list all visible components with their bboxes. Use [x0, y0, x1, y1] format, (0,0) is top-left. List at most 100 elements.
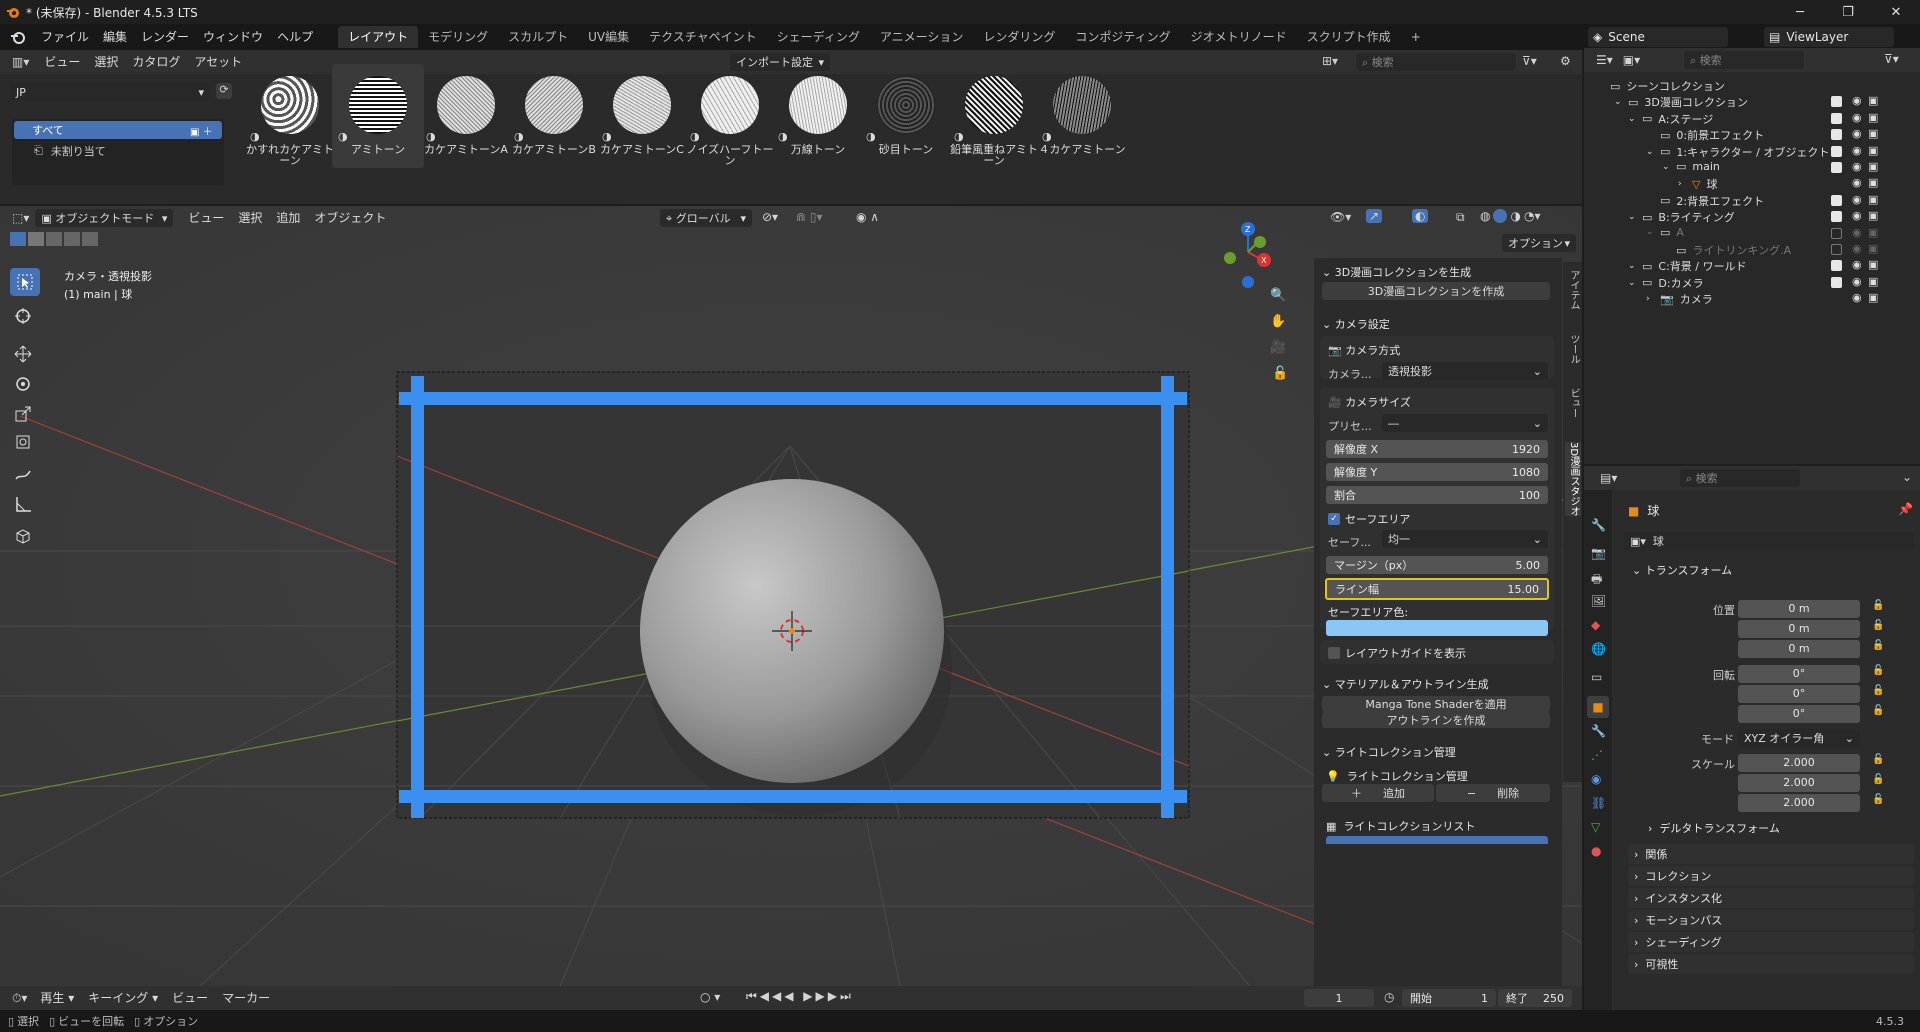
playback-controls[interactable]: ⏮◀◀◀ ▶▶▶⏭ [746, 989, 854, 1004]
menu-file[interactable]: ファイル [34, 26, 96, 48]
data-props-icon[interactable]: ▽ [1591, 820, 1600, 834]
asset-menu-view[interactable]: ビュー [37, 51, 87, 73]
asset-menu-asset[interactable]: アセット [187, 51, 249, 73]
close-button[interactable]: ✕ [1872, 0, 1920, 24]
line-width-field[interactable]: ライン幅 15.00 [1325, 578, 1549, 600]
property-section[interactable]: › 関係 [1628, 844, 1914, 864]
location-y-field[interactable]: 0 m [1738, 620, 1860, 638]
scale-tool-icon[interactable] [8, 400, 38, 428]
blender-menu-icon[interactable] [10, 29, 26, 45]
delta-transform-title[interactable]: › デルタトランスフォーム [1648, 820, 1780, 836]
vp-menu-add[interactable]: 追加 [269, 207, 307, 229]
auto-key-icon[interactable]: ○ ▾ [700, 990, 720, 1004]
constraint-props-icon[interactable]: ⛓ [1591, 796, 1606, 810]
camera-render-icon[interactable]: ▣ [1868, 94, 1878, 107]
chevron-down-icon[interactable]: ⌄ [1662, 162, 1676, 172]
add-cube-tool-icon[interactable] [8, 522, 38, 550]
move-tool-icon[interactable] [8, 340, 38, 368]
vp-menu-select[interactable]: 選択 [231, 207, 269, 229]
select-tool-icon[interactable] [10, 268, 40, 296]
rotation-y-field[interactable]: 0° [1738, 685, 1860, 703]
eye-icon[interactable]: ◉ [1852, 291, 1862, 304]
camera-render-icon[interactable]: ▣ [1868, 144, 1878, 157]
lock-icon[interactable]: 🔓 [1872, 705, 1884, 716]
exclude-checkbox[interactable] [1831, 129, 1842, 141]
tab-scripting[interactable]: スクリプト作成 [1297, 26, 1401, 48]
tab-modeling[interactable]: モデリング [418, 26, 498, 48]
exclude-checkbox[interactable] [1831, 276, 1842, 288]
lock-icon[interactable]: 🔓 [1872, 640, 1884, 651]
asset-menu-select[interactable]: 選択 [87, 51, 125, 73]
maximize-button[interactable]: ❐ [1824, 0, 1872, 24]
eye-icon[interactable]: ◉ [1852, 193, 1862, 206]
property-section[interactable]: › コレクション [1628, 866, 1914, 886]
exclude-checkbox[interactable] [1831, 260, 1842, 272]
light-list[interactable] [1326, 836, 1548, 844]
scale-x-field[interactable]: 2.000 [1738, 754, 1860, 772]
pivot-icon[interactable]: ⊘▾ [762, 210, 778, 224]
end-frame-field[interactable]: 終了 250 [1498, 989, 1572, 1007]
eye-icon[interactable]: ◉ [1852, 111, 1862, 124]
eye-icon[interactable]: ◉ [1852, 94, 1862, 107]
asset-library-dropdown[interactable]: JP ▾ [10, 83, 210, 101]
menu-help[interactable]: ヘルプ [270, 26, 320, 48]
settings-gear-icon[interactable]: ⚙ [1560, 54, 1571, 68]
eye-icon[interactable]: ◉ [1852, 144, 1862, 157]
outliner-row[interactable]: ⌄ ▭ A [1646, 226, 1684, 239]
wireframe-shading-icon[interactable]: ◍ [1480, 209, 1490, 223]
rotation-z-field[interactable]: 0° [1738, 705, 1860, 723]
rotation-x-field[interactable]: 0° [1738, 665, 1860, 683]
layout-guide-checkbox[interactable]: レイアウトガイドを表示 [1328, 645, 1466, 661]
tab-rendering[interactable]: レンダリング [973, 26, 1065, 48]
render-props-icon[interactable]: 📷 [1591, 546, 1606, 560]
tab-view[interactable]: ビュー [1565, 388, 1581, 418]
outliner-row[interactable]: ⌄ ▭ A:ステージ [1628, 111, 1713, 127]
add-light-button[interactable]: ＋ 追加 [1322, 784, 1434, 802]
asset-item[interactable]: ◑ カケアミトーンB [508, 64, 600, 155]
exclude-checkbox[interactable] [1831, 244, 1842, 255]
navigation-gizmo[interactable]: Z X [1218, 220, 1276, 296]
select-subtract-icon[interactable] [46, 232, 62, 246]
tab-animation[interactable]: アニメーション [870, 26, 974, 48]
tab-texture-paint[interactable]: テクスチャペイント [639, 26, 767, 48]
object-props-icon[interactable]: ■ [1587, 696, 1609, 718]
outliner-row[interactable]: ⌄ ▭ 3D漫画コレクション [1614, 94, 1748, 110]
spacer[interactable]: ⌄ [1628, 261, 1642, 271]
catalog-item-unassigned[interactable]: ⎗ 未割り当て [34, 143, 106, 159]
tool-props-icon[interactable]: 🔧 [1591, 518, 1606, 532]
chevron-down-icon[interactable]: ⌄ [1646, 147, 1660, 157]
lock-icon[interactable]: 🔓 [1872, 774, 1884, 785]
chevron-down-icon[interactable]: ⌄ [1614, 97, 1628, 107]
display-mode-icon[interactable]: ⊞▾ [1322, 54, 1338, 68]
properties-options-icon[interactable]: ⌄ [1902, 470, 1912, 484]
eye-icon[interactable]: ◉ [1852, 127, 1862, 140]
outliner-row[interactable]: ▭ 0:前景エフェクト [1646, 127, 1764, 143]
property-section[interactable]: › シェーディング [1628, 932, 1914, 952]
menu-render[interactable]: レンダー [134, 26, 196, 48]
timeline-editor-icon[interactable]: ⏱▾ [12, 991, 27, 1006]
exclude-checkbox[interactable] [1831, 162, 1842, 173]
preset-dropdown[interactable]: ― ⌄ [1382, 414, 1548, 432]
timeline-menu-keying[interactable]: キーイング ▾ [81, 987, 165, 1009]
eye-icon[interactable]: ◉ [1852, 242, 1862, 255]
rendered-shading-icon[interactable]: ◔▾ [1524, 209, 1541, 223]
exclude-checkbox[interactable] [1831, 96, 1842, 108]
select-invert-icon[interactable] [64, 232, 80, 246]
camera-render-icon[interactable]: ▣ [1868, 160, 1878, 173]
start-frame-field[interactable]: 開始 1 [1402, 989, 1496, 1007]
vp-menu-object[interactable]: オブジェクト [307, 207, 393, 229]
tab-geometry-nodes[interactable]: ジオメトリノード [1181, 26, 1297, 48]
pan-hand-icon[interactable]: ✋ [1270, 314, 1286, 329]
scale-z-field[interactable]: 2.000 [1738, 794, 1860, 812]
asset-item[interactable]: ◑ かすれカケアミトーン [244, 64, 336, 166]
outliner-row[interactable]: ⌄ ▭ D:カメラ [1628, 275, 1704, 291]
properties-editor-icon[interactable]: ▤▾ [1600, 471, 1617, 485]
minimize-button[interactable]: ─ [1776, 0, 1824, 24]
exclude-checkbox[interactable] [1831, 227, 1842, 239]
transform-section-title[interactable]: ⌄ トランスフォーム [1632, 562, 1732, 578]
eye-icon[interactable]: ◉ [1852, 226, 1862, 239]
timeline-menu-playback[interactable]: 再生 ▾ [33, 987, 81, 1009]
lock-icon[interactable]: 🔓 [1872, 600, 1884, 611]
camera-render-icon[interactable]: ▣ [1868, 291, 1878, 304]
camera-section-title[interactable]: ⌄ カメラ設定 [1322, 316, 1390, 332]
